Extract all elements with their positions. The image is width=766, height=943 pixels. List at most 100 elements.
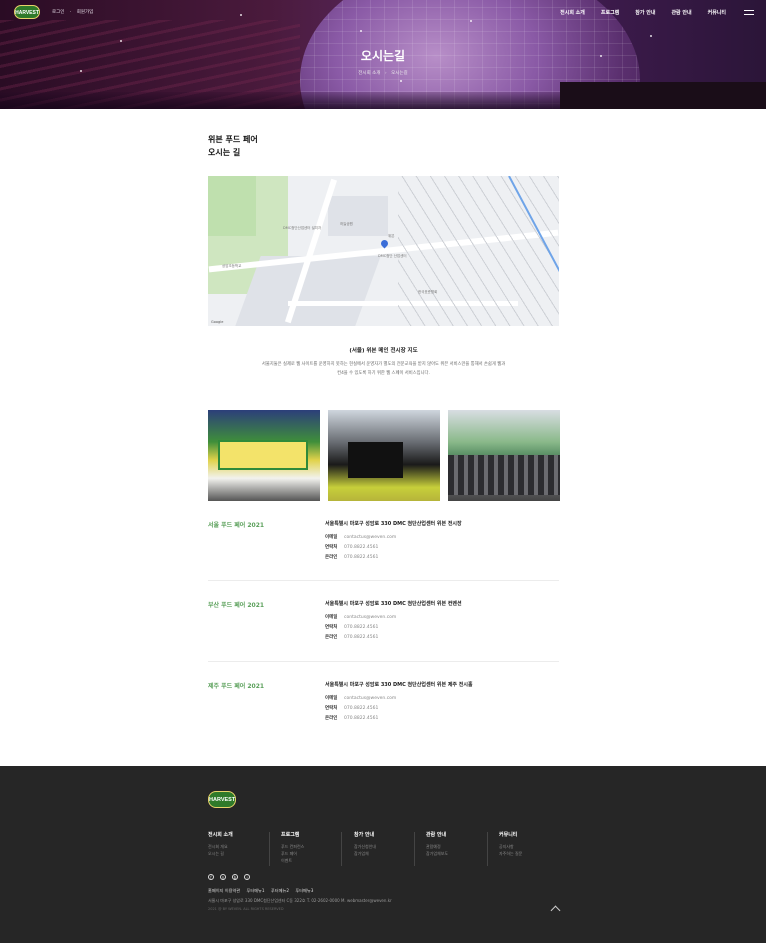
map-label: 위븐 (388, 234, 395, 238)
hero-banner: HARVEST 로그인 · 회원가입 전시회 소개 프로그램 참가 안내 관람 … (0, 0, 766, 109)
photo-booth (348, 442, 403, 478)
footer-link[interactable]: 관람예정 (426, 843, 496, 850)
footer: HARVEST 전시회 소개 전시회 개요 오시는 길 프로그램 푸드 컨퍼런스… (0, 766, 766, 943)
online-value: 070.8822.4561 (344, 716, 379, 721)
top-link-sep: · (69, 10, 72, 15)
footer-link[interactable]: 공지사항 (499, 843, 569, 850)
map-label: 하늘공원 (340, 222, 353, 226)
hero-star (360, 30, 362, 32)
footer-bottom-link[interactable]: 푸터메뉴3 (295, 888, 313, 893)
breadcrumb-item-current: 오시는길 (391, 71, 408, 76)
footer-column-title[interactable]: 관람 안내 (426, 831, 496, 838)
scroll-top-icon[interactable] (550, 905, 561, 916)
venue-photo (448, 410, 560, 501)
map-block (328, 196, 388, 236)
footer-link[interactable]: 자주하는 질문 (499, 850, 569, 857)
nav-item-program[interactable]: 프로그램 (601, 9, 619, 16)
location-map[interactable]: DMC첨단산업센터 설치자 하늘공원 위븐 DMC첨단 산업센터 상암초등학교 … (208, 176, 559, 326)
signup-link[interactable]: 회원가입 (77, 10, 94, 15)
footer-copyright: 2021 @ BY WEVEN. ALL RIGHTS RESERVED (208, 907, 284, 911)
section-title: 위븐 푸드 페어 오시는 길 (208, 133, 258, 159)
section-title-line2: 오시는 길 (208, 148, 241, 157)
breadcrumb-item[interactable]: 전시회 소개 (358, 71, 380, 76)
breadcrumb-sep: › (384, 71, 387, 76)
nav-item-visit[interactable]: 관람 안내 (671, 9, 691, 16)
divider (208, 580, 559, 581)
footer-column-title[interactable]: 전시회 소개 (208, 831, 278, 838)
email-label: 이메일 (325, 535, 338, 540)
map-park (208, 176, 256, 236)
nav-item-community[interactable]: 커뮤니티 (708, 9, 726, 16)
photo-crowd (448, 455, 560, 495)
phone-value: 070.8822.4561 (344, 545, 379, 550)
online-label: 온라인 (325, 716, 338, 721)
footer-divider (341, 832, 342, 866)
top-bar: HARVEST 로그인 · 회원가입 전시회 소개 프로그램 참가 안내 관람 … (0, 0, 766, 24)
venue-phone-row: 연락처 070.8822.4561 (325, 705, 378, 711)
footer-bottom-link[interactable]: 푸터메뉴2 (271, 888, 289, 893)
main-nav: 전시회 소개 프로그램 참가 안내 관람 안내 커뮤니티 (560, 9, 726, 16)
footer-link[interactable]: 전시회 개요 (208, 843, 278, 850)
footer-column: 관람 안내 관람예정 참가업체보도 (426, 831, 496, 857)
photo-booth (218, 440, 308, 470)
venue-name: 제주 푸드 페어 2021 (208, 683, 265, 690)
footer-link[interactable]: 참가업체보도 (426, 850, 496, 857)
map-railway (398, 176, 559, 326)
hero-trees (560, 82, 766, 109)
map-label: 상암초등학교 (222, 264, 242, 268)
footer-bottom-link[interactable]: 푸터메뉴1 (247, 888, 265, 893)
map-caption-desc-line: 서울지둘은 실제로 웹 사이트를 운영하지 못하는 현실에서 운영자가 별도의 … (261, 362, 506, 367)
footer-column: 커뮤니티 공지사항 자주하는 질문 (499, 831, 569, 857)
footer-column: 전시회 소개 전시회 개요 오시는 길 (208, 831, 278, 857)
nav-item-participate[interactable]: 참가 안내 (635, 9, 655, 16)
map-label: 한국표준협회 (418, 290, 438, 294)
email-value[interactable]: contactus@weven.com (344, 615, 396, 620)
venue-email-row: 이메일 contactus@weven.com (325, 534, 396, 540)
page-title: 오시는길 (360, 49, 406, 63)
footer-divider (414, 832, 415, 866)
hero-star (400, 80, 402, 82)
venue-phone-row: 연락처 070.8822.4561 (325, 624, 378, 630)
footer-link[interactable]: 오시는 길 (208, 850, 278, 857)
venue-name: 서울 푸드 페어 2021 (208, 522, 265, 529)
venue-name: 부산 푸드 페어 2021 (208, 602, 265, 609)
map-label: DMC첨단 산업센터 (378, 254, 407, 258)
naver-icon[interactable]: n (220, 874, 226, 880)
footer-divider (487, 832, 488, 866)
top-links: 로그인 · 회원가입 (52, 9, 97, 15)
online-value: 070.8822.4561 (344, 635, 379, 640)
email-label: 이메일 (325, 696, 338, 701)
footer-divider (269, 832, 270, 866)
breadcrumb: 전시회 소개 › 오시는길 (0, 70, 766, 76)
footer-bottom-link[interactable]: 홈페이지 이용약관 (208, 888, 240, 893)
online-value: 070.8822.4561 (344, 555, 379, 560)
footer-address: 서울시 마포구 성암로 330 DMC첨단산업센터 C동 322호 T. 02-… (208, 898, 392, 903)
footer-bottom-links: 홈페이지 이용약관 푸터메뉴1 푸터메뉴2 푸터메뉴3 (208, 888, 318, 894)
blog-icon[interactable]: b (232, 874, 238, 880)
venue-online-row: 온라인 070.8822.4561 (325, 634, 378, 640)
online-label: 온라인 (325, 635, 338, 640)
email-value[interactable]: contactus@weven.com (344, 696, 396, 701)
divider (208, 661, 559, 662)
email-label: 이메일 (325, 615, 338, 620)
online-label: 온라인 (325, 555, 338, 560)
nav-item-about[interactable]: 전시회 소개 (560, 9, 585, 16)
facebook-icon[interactable]: f (208, 874, 214, 880)
map-label: DMC첨단산업센터 설치자 (283, 226, 322, 230)
venue-photo (208, 410, 320, 501)
hero-star (120, 40, 122, 42)
login-link[interactable]: 로그인 (52, 10, 64, 15)
footer-logo[interactable]: HARVEST (208, 791, 236, 808)
footer-column-title[interactable]: 커뮤니티 (499, 831, 569, 838)
email-value[interactable]: contactus@weven.com (344, 535, 396, 540)
menu-icon[interactable] (744, 10, 754, 15)
hero-star (650, 35, 652, 37)
logo[interactable]: HARVEST (14, 5, 40, 19)
venue-phone-row: 연락처 070.8822.4561 (325, 544, 378, 550)
social-links: f n b i (208, 874, 250, 880)
venue-photo (328, 410, 440, 501)
venue-address: 서울특별시 마포구 성암로 330 DMC 첨단산업센터 위븐 제주 전시홀 (325, 682, 473, 688)
instagram-icon[interactable]: i (244, 874, 250, 880)
section-title-line1: 위븐 푸드 페어 (208, 135, 258, 144)
map-caption-desc: 서울지둘은 실제로 웹 사이트를 운영하지 못하는 현실에서 운영자가 별도의 … (228, 360, 539, 378)
